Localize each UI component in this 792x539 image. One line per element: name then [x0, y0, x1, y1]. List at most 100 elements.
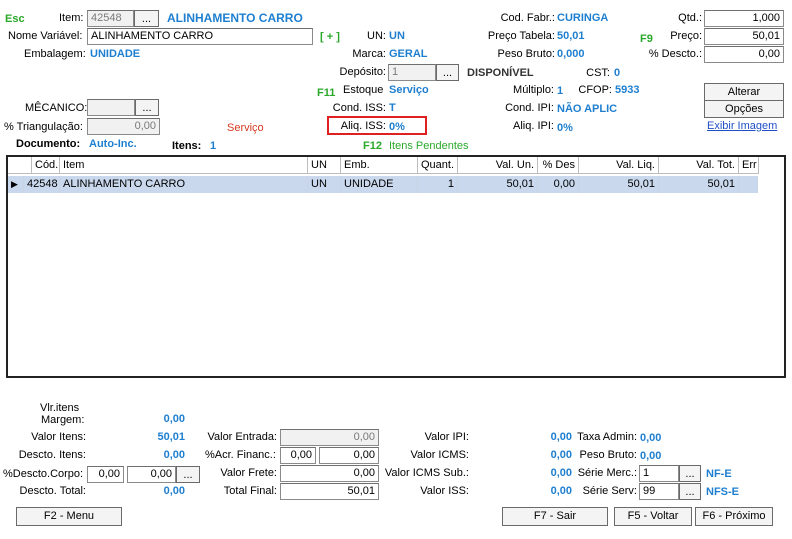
item-code-input[interactable]: 42548 — [87, 10, 134, 27]
voltar-button[interactable]: F5 - Voltar — [614, 507, 692, 526]
serie-serv-button[interactable]: ... — [679, 483, 701, 500]
cell-cod[interactable]: 42548 — [24, 176, 60, 193]
peso-bruto-label: Peso Bruto: — [497, 48, 555, 60]
col-header-item[interactable]: Item — [60, 157, 308, 174]
acr-financ-pct-input[interactable]: 0,00 — [280, 447, 316, 464]
cell-val-un[interactable]: 50,01 — [458, 176, 538, 193]
grid-header-indicator — [8, 157, 32, 174]
cell-des[interactable]: 0,00 — [538, 176, 579, 193]
valor-icms-value: 0,00 — [550, 449, 572, 461]
estoque-label: Estoque — [343, 84, 384, 96]
itens-pendentes-link[interactable]: Itens Pendentes — [389, 139, 469, 153]
valor-iss-label: Valor ISS: — [420, 485, 469, 497]
acr-financ-val-input[interactable]: 0,00 — [319, 447, 379, 464]
nfe-label: NF-E — [706, 468, 732, 480]
cell-err[interactable] — [739, 176, 758, 193]
cell-emb[interactable]: UNIDADE — [341, 176, 418, 193]
acr-financ-label: %Acr. Financ.: — [205, 449, 276, 461]
taxa-admin-value: 0,00 — [640, 432, 662, 444]
col-header-val-tot[interactable]: Val. Tot. — [659, 157, 739, 174]
mecanico-label: MÊCANICO: — [25, 102, 88, 114]
descto-label: % Descto.: — [648, 48, 702, 60]
aliq-ipi-label: Aliq. IPI: — [513, 120, 554, 132]
aliq-iss-label: Aliq. ISS: — [340, 120, 386, 132]
preco-input[interactable]: 50,01 — [704, 28, 784, 45]
col-header-val-liq[interactable]: Val. Liq. — [579, 157, 659, 174]
triangulacao-label: % Triangulação: — [4, 121, 83, 133]
triangulacao-input[interactable]: 0,00 — [87, 118, 160, 135]
preco-label: Preço: — [670, 30, 702, 42]
col-header-quant[interactable]: Quant. — [418, 157, 458, 174]
menu-button[interactable]: F2 - Menu — [16, 507, 122, 526]
valor-entrada-input[interactable]: 0,00 — [280, 429, 379, 446]
col-header-cod[interactable]: Cód. — [32, 157, 60, 174]
multiplo-value: 1 — [557, 85, 564, 97]
cell-un[interactable]: UN — [308, 176, 341, 193]
estoque-value: Serviço — [389, 84, 429, 96]
margem-label: Margem: — [41, 414, 85, 426]
f9-key-hint: F9 — [640, 33, 653, 45]
cfop-label: CFOP: — [578, 84, 612, 96]
cfop-value: 5933 — [615, 84, 640, 96]
f12-key-hint: F12 — [363, 140, 382, 152]
item-search-button[interactable]: ... — [134, 10, 159, 27]
mecanico-search-button[interactable]: ... — [135, 99, 159, 116]
cell-val-tot[interactable]: 50,01 — [659, 176, 739, 193]
serie-merc-button[interactable]: ... — [679, 465, 701, 482]
serie-merc-input[interactable]: 1 — [639, 465, 679, 482]
descto-corpo-label: %Descto.Corpo: — [3, 468, 84, 480]
nome-variavel-input[interactable]: ALINHAMENTO CARRO — [87, 28, 313, 45]
valor-frete-input[interactable]: 0,00 — [280, 465, 379, 482]
deposito-label: Depósito: — [339, 66, 386, 78]
col-header-val-un[interactable]: Val. Un. — [458, 157, 538, 174]
cell-quant[interactable]: 1 — [418, 176, 458, 193]
cst-label: CST: — [586, 67, 610, 79]
col-header-un[interactable]: UN — [308, 157, 341, 174]
cell-val-liq[interactable]: 50,01 — [579, 176, 659, 193]
cod-fabr-label: Cod. Fabr.: — [500, 12, 555, 24]
preco-tabela-label: Preço Tabela: — [487, 30, 555, 42]
qtd-input[interactable]: 1,000 — [704, 10, 784, 27]
descto-input[interactable]: 0,00 — [704, 46, 784, 63]
aliq-ipi-value: 0% — [557, 122, 573, 134]
cond-iss-value: T — [389, 102, 396, 114]
nome-variavel-label: Nome Variável: — [8, 30, 83, 42]
col-header-err[interactable]: Err — [739, 157, 759, 174]
esc-key-hint: Esc — [5, 13, 25, 25]
item-label: Item: — [59, 12, 84, 24]
embalagem-label: Embalagem: — [24, 48, 86, 60]
opcoes-button[interactable]: Opções — [704, 100, 784, 118]
deposito-search-button[interactable]: ... — [436, 64, 459, 81]
descto-corpo-pct-input[interactable]: 0,00 — [87, 466, 124, 483]
valor-icms-sub-label: Valor ICMS Sub.: — [384, 467, 469, 479]
cell-item[interactable]: ALINHAMENTO CARRO — [60, 176, 308, 193]
sair-button[interactable]: F7 - Sair — [502, 507, 608, 526]
proximo-button[interactable]: F6 - Próximo — [695, 507, 773, 526]
alterar-button[interactable]: Alterar — [704, 83, 784, 101]
total-final-label: Total Final: — [223, 485, 277, 497]
peso-bruto-total-value: 0,00 — [640, 450, 662, 462]
col-header-des[interactable]: % Des — [538, 157, 579, 174]
descto-itens-value: 0,00 — [163, 449, 185, 461]
multiplo-label: Múltiplo: — [513, 84, 554, 96]
col-header-emb[interactable]: Emb. — [341, 157, 418, 174]
mecanico-input[interactable] — [87, 99, 135, 116]
margem-value: 0,00 — [163, 413, 185, 425]
valor-iss-value: 0,00 — [550, 485, 572, 497]
cond-ipi-value: NÃO APLIC — [557, 103, 618, 115]
serie-serv-label: Série Serv: — [582, 485, 637, 497]
taxa-admin-label: Taxa Admin: — [577, 431, 637, 443]
documento-value: Auto-Inc. — [89, 138, 137, 150]
exibir-imagem-link[interactable]: Exibir Imagem — [707, 119, 777, 133]
peso-bruto-total-label: Peso Bruto: — [579, 449, 637, 461]
items-grid[interactable]: Cód. Item UN Emb. Quant. Val. Un. % Des … — [6, 155, 786, 378]
deposito-input[interactable]: 1 — [388, 64, 436, 81]
cod-fabr-value: CURINGA — [557, 12, 609, 24]
serie-serv-input[interactable]: 99 — [639, 483, 679, 500]
valor-icms-label: Valor ICMS: — [410, 449, 469, 461]
descto-total-value: 0,00 — [163, 485, 185, 497]
total-final-input[interactable]: 50,01 — [280, 483, 379, 500]
preco-tabela-value: 50,01 — [557, 30, 585, 42]
descto-corpo-val-input[interactable]: 0,00 — [127, 466, 176, 483]
add-variant-button[interactable]: [ + ] — [320, 30, 340, 44]
